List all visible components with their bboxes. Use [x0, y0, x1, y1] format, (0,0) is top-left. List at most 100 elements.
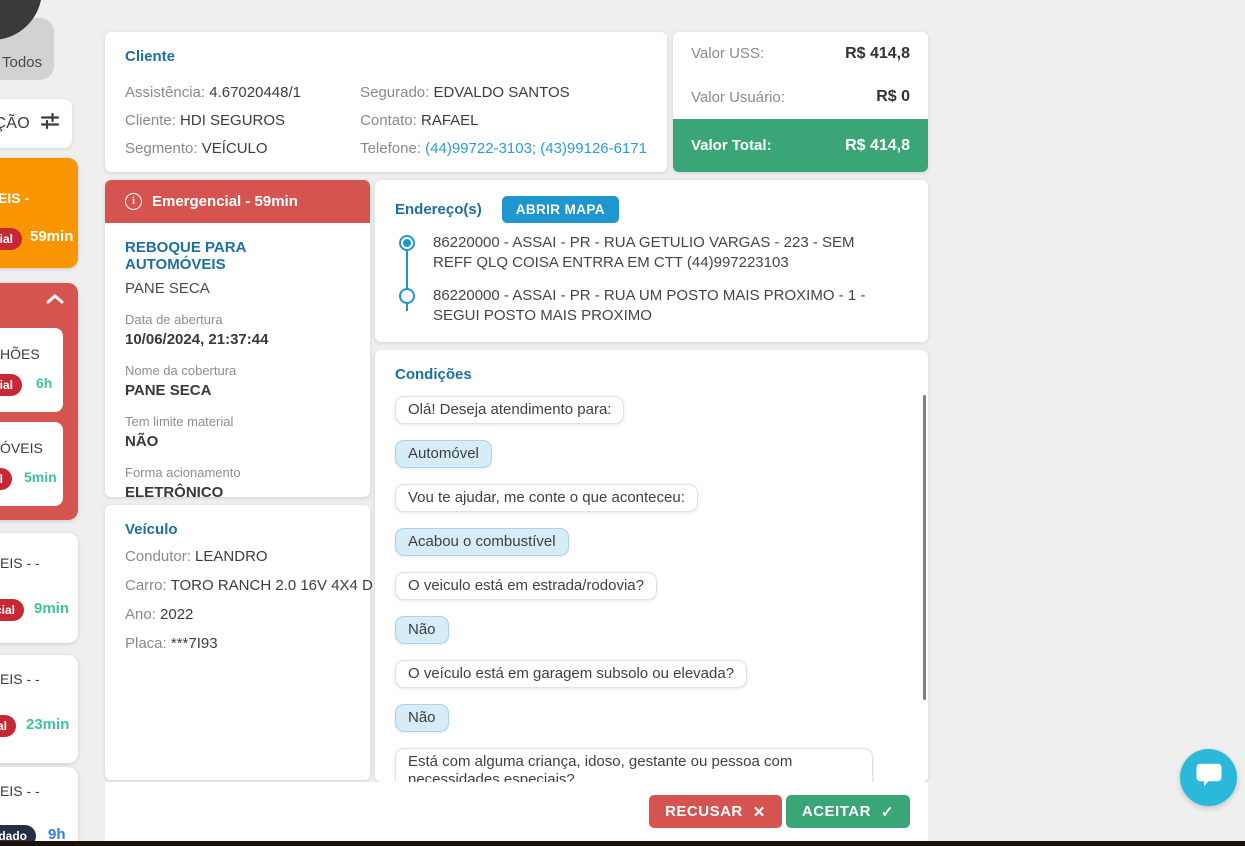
todos-label: Todos [2, 54, 43, 71]
chat-bubble: O veiculo está em estrada/rodovia? [395, 572, 657, 600]
time-badge: 6h [36, 375, 53, 391]
sidebar-group: HÕES ncial 6h ÓVEIS al 5min [0, 283, 78, 520]
field-value: ***7I93 [170, 635, 218, 652]
action-footer: RECUSAR ✕ ACEITAR ✓ [105, 782, 928, 841]
accept-label: ACEITAR [801, 803, 871, 820]
time-badge: 23min [26, 716, 70, 733]
sidebar-section-header[interactable]: IÇÃO [0, 99, 72, 148]
field-value: (44)99722-3103; (43)99126-6171 [425, 140, 647, 157]
field-value: LEANDRO [195, 548, 268, 565]
address-text: 86220000 - ASSAI - PR - RUA GETULIO VARG… [433, 234, 855, 271]
value-row: Valor Total: R$ 414,8 [673, 119, 928, 172]
chat-bubble: Está com alguma criança, idoso, gestante… [395, 748, 873, 782]
time-badge: 5min [24, 469, 57, 485]
field-value: HDI SEGUROS [180, 112, 286, 129]
refuse-label: RECUSAR [665, 803, 743, 820]
client-field: Segmento: VEÍCULO [125, 139, 360, 159]
detail-value: 10/06/2024, 21:37:44 [125, 331, 269, 348]
field-label: Contato: [360, 112, 417, 129]
client-fields-right: Segurado: EDVALDO SANTOS Contato: RAFAEL… [360, 75, 647, 159]
service-problem: PANE SECA [125, 280, 210, 297]
values-card: Valor USS: R$ 414,8 Valor Usuário: R$ 0 … [673, 32, 928, 172]
sidebar-item[interactable]: EIS - - endado 9h [0, 767, 78, 846]
chat-bubble: Acabou o combustível [395, 528, 569, 556]
chat-bubble: Não [395, 616, 449, 644]
chat-bubble: Vou te ajudar, me conte o que aconteceu: [395, 484, 698, 512]
conditions-title: Condições [395, 366, 472, 383]
client-field: Contato: RAFAEL [360, 111, 647, 131]
app-canvas: Todos IÇÃO EIS - cial 59min [0, 0, 1245, 846]
service-card: i Emergencial - 59min REBOQUE PARA AUTOM… [105, 180, 370, 497]
value-row: Valor Usuário: R$ 0 [673, 76, 928, 120]
conditions-card: Condições Olá! Deseja atendimento para: … [375, 350, 928, 782]
value-amount: R$ 414,8 [845, 44, 910, 62]
urgency-badge: ncial [0, 599, 24, 621]
vehicle-field: Ano: 2022 [125, 605, 350, 625]
service-detail: Data de abertura 10/06/2024, 21:37:44 [125, 312, 350, 348]
address-text: 86220000 - ASSAI - PR - RUA UM POSTO MAI… [433, 287, 866, 324]
value-label: Valor Total: [691, 137, 772, 154]
chat-widget-button[interactable] [1180, 749, 1237, 806]
value-label: Valor USS: [691, 45, 765, 63]
scrollbar-thumb[interactable] [923, 395, 926, 700]
vehicle-field: Condutor: LEANDRO [125, 547, 350, 567]
service-details: Data de abertura 10/06/2024, 21:37:44 No… [125, 312, 350, 497]
sidebar-item-selected[interactable]: EIS - cial 59min [0, 158, 78, 268]
urgency-label: Emergencial - 59min [152, 193, 298, 210]
value-amount: R$ 0 [876, 88, 910, 106]
refuse-button[interactable]: RECUSAR ✕ [649, 795, 782, 828]
chevron-up-icon[interactable] [45, 292, 65, 311]
chat-bubble: Não [395, 704, 449, 732]
vehicle-title: Veículo [125, 521, 178, 538]
time-badge: 59min [30, 228, 74, 245]
sidebar-item[interactable]: EIS - - cial 23min [0, 655, 78, 763]
field-value: VEÍCULO [201, 140, 268, 157]
service-detail: Tem limite material NÃO [125, 414, 350, 450]
sidebar-item[interactable]: ÓVEIS al 5min [0, 422, 63, 506]
field-value: 2022 [160, 606, 194, 623]
field-label: Telefone: [360, 140, 421, 157]
value-amount: R$ 414,8 [845, 136, 910, 154]
detail-label: Forma acionamento [125, 465, 241, 480]
service-title-fragment: EIS - [0, 190, 30, 206]
urgency-badge: ncial [0, 374, 22, 396]
client-field: Segurado: EDVALDO SANTOS [360, 83, 647, 103]
field-value: EDVALDO SANTOS [433, 84, 570, 101]
open-map-button[interactable]: ABRIR MAPA [501, 196, 619, 223]
accept-button[interactable]: ACEITAR ✓ [785, 795, 910, 828]
service-title-fragment: EIS - - [0, 671, 40, 687]
field-label: Cliente: [125, 112, 176, 129]
detail-label: Nome da cobertura [125, 363, 237, 378]
detail-value: ELETRÔNICO [125, 484, 224, 497]
route-marker-icon[interactable] [399, 288, 415, 304]
client-card-title: Cliente [125, 48, 176, 65]
vehicle-field: Carro: TORO RANCH 2.0 16V 4X4 D [125, 576, 373, 596]
field-value: RAFAEL [420, 112, 479, 129]
service-detail: Nome da cobertura PANE SECA [125, 363, 350, 399]
field-label: Carro: [125, 577, 167, 594]
value-row: Valor USS: R$ 414,8 [673, 32, 928, 76]
service-title-fragment: EIS - - [0, 783, 40, 799]
sidebar-item[interactable]: HÕES ncial 6h [0, 328, 63, 412]
vehicle-fields: Condutor: LEANDRO Carro: TORO RANCH 2.0 … [125, 547, 373, 654]
client-field: Assistência: 4.67020448/1 [125, 83, 360, 103]
urgency-badge: cial [0, 228, 22, 250]
filter-sliders-icon[interactable] [40, 111, 60, 136]
urgency-header: i Emergencial - 59min [105, 180, 370, 223]
sidebar-item[interactable]: EIS - - ncial 9min [0, 533, 78, 643]
route-marker-icon[interactable] [399, 235, 415, 251]
client-field: Telefone: (44)99722-3103; (43)99126-6171 [360, 139, 647, 159]
service-title-fragment: EIS - - [0, 555, 40, 571]
chat-transcript: Olá! Deseja atendimento para: Automóvel … [395, 396, 908, 782]
field-label: Segurado: [360, 84, 430, 101]
vehicle-field: Placa: ***7I93 [125, 634, 350, 654]
section-label: IÇÃO [0, 114, 30, 132]
field-label: Placa: [125, 635, 167, 652]
time-badge: 9min [34, 600, 70, 617]
chat-bubble: O veículo está em garagem subsolo ou ele… [395, 660, 748, 688]
field-value: TORO RANCH 2.0 16V 4X4 D [170, 577, 373, 594]
field-label: Ano: [125, 606, 156, 623]
address-item: 86220000 - ASSAI - PR - RUA UM POSTO MAI… [399, 286, 908, 326]
check-icon: ✓ [880, 803, 894, 821]
detail-value: PANE SECA [125, 382, 212, 399]
